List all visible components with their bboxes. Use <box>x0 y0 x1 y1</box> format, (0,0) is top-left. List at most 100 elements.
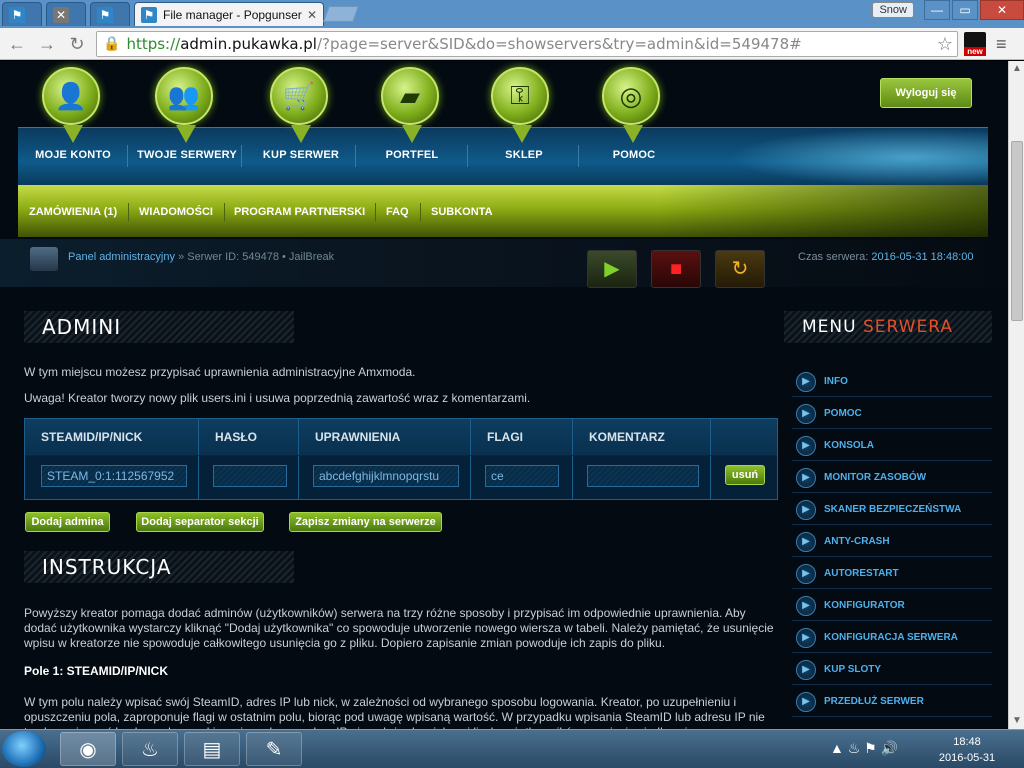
paint-icon[interactable]: ✎ <box>246 732 302 766</box>
nav-moje-konto[interactable]: MOJE KONTO <box>18 149 128 161</box>
cart-icon[interactable]: 🛒 <box>270 67 332 147</box>
chrome-icon[interactable]: ◉ <box>60 732 116 766</box>
page-scrollbar[interactable]: ▲ ▼ <box>1008 61 1024 729</box>
browser-tab[interactable]: ✕ <box>46 2 86 26</box>
close-window-button[interactable]: ✕ <box>980 0 1024 20</box>
save-changes-button[interactable]: Zapisz zmiany na serwerze <box>289 512 442 532</box>
admins-heading: ADMINI <box>24 311 294 343</box>
players-icon[interactable]: 👥 <box>155 67 217 147</box>
flags-input[interactable]: ce <box>485 465 559 487</box>
x-icon: ✕ <box>53 6 69 23</box>
nav-kup-serwer[interactable]: KUP SERWER <box>246 149 356 161</box>
gold-icon[interactable]: ▰ <box>381 67 443 147</box>
field1-title: Pole 1: STEAMID/IP/NICK <box>24 664 169 678</box>
user-icon[interactable]: 👤 <box>42 67 104 147</box>
sidebar-item[interactable]: ▶ ANTY-CRASH <box>792 527 992 557</box>
sidebar-item[interactable]: ▶ MONITOR ZASOBÓW <box>792 463 992 493</box>
breadcrumb-link[interactable]: Panel administracyjny <box>68 251 175 263</box>
new-tab-button[interactable] <box>323 6 359 22</box>
comment-input[interactable] <box>587 465 699 487</box>
sidebar-item[interactable]: ▶ AUTORESTART <box>792 559 992 589</box>
scroll-up-icon[interactable]: ▲ <box>1009 61 1024 77</box>
folder-icon[interactable]: ▤ <box>184 732 240 766</box>
browser-tab[interactable]: ⚑ <box>2 2 42 26</box>
stop-icon: ■ <box>669 258 683 280</box>
sidebar-item-label: MONITOR ZASOBÓW <box>824 472 927 483</box>
steam-icon[interactable]: ♨ <box>122 732 178 766</box>
nav-portfel[interactable]: PORTFEL <box>357 149 467 161</box>
sidebar-item[interactable]: ▶ SKANER BEZPIECZEŃSTWA <box>792 495 992 525</box>
arrow-icon: ▶ <box>796 692 816 712</box>
minimize-button[interactable]: — <box>924 0 950 20</box>
reload-icon[interactable]: ↻ <box>64 31 90 57</box>
system-tray[interactable]: ▲ ♨ ⚑ 🔊 <box>830 740 898 757</box>
sidebar-item[interactable]: ▶ INFO <box>792 367 992 397</box>
restart-server-button[interactable]: ↻ <box>715 250 765 288</box>
sidebar-item[interactable]: ▶ KONSOLA <box>792 431 992 461</box>
subnav-faq[interactable]: FAQ <box>386 206 409 218</box>
nav-sklep[interactable]: SKLEP <box>469 149 579 161</box>
taskbar: ◉ ♨ ▤ ✎ ▲ ♨ ⚑ 🔊 18:48 2016-05-31 <box>0 729 1024 768</box>
browser-tab[interactable]: ⚑ <box>90 2 130 26</box>
remove-row-button[interactable]: usuń <box>725 465 765 485</box>
bookmark-star-icon[interactable]: ☆ <box>937 34 953 55</box>
url-path: /?page=server&SID&do=showservers&try=adm… <box>316 35 802 53</box>
sidebar-item-label: ANTY-CRASH <box>824 536 890 547</box>
col-comment: KOMENTARZ <box>573 419 711 455</box>
arrow-icon: ▶ <box>796 660 816 680</box>
address-toolbar: ← → ↻ 🔒 https:// admin.pukawka.pl /?page… <box>0 28 1024 60</box>
scroll-down-icon[interactable]: ▼ <box>1009 713 1024 729</box>
extension-icon[interactable]: new <box>964 32 986 56</box>
forward-icon[interactable]: → <box>34 31 60 57</box>
sidebar-item[interactable]: ▶ KONFIGURACJA SERWERA <box>792 623 992 653</box>
sidebar-item-label: KONFIGURATOR <box>824 600 905 611</box>
sidebar-item-label: INFO <box>824 376 848 387</box>
arrow-icon: ▶ <box>796 628 816 648</box>
close-tab-icon[interactable]: ✕ <box>307 8 317 22</box>
url-bar[interactable]: 🔒 https:// admin.pukawka.pl /?page=serve… <box>96 31 958 57</box>
subnav-subkonta[interactable]: SUBKONTA <box>431 206 493 218</box>
sidebar-item[interactable]: ▶ PRZEDŁUŻ SERWER <box>792 687 992 717</box>
sidebar-item-label: KONFIGURACJA SERWERA <box>824 632 958 643</box>
subnav-wiadomosci[interactable]: WIADOMOŚCI <box>139 206 213 218</box>
sidebar-item[interactable]: ▶ KUP SLOTY <box>792 655 992 685</box>
add-admin-button[interactable]: Dodaj admina <box>25 512 110 532</box>
subnav-program-partnerski[interactable]: PROGRAM PARTNERSKI <box>234 206 365 218</box>
col-password: HASŁO <box>199 419 299 455</box>
password-input[interactable] <box>213 465 287 487</box>
server-time-value: 2016-05-31 18:48:00 <box>871 251 974 263</box>
app-icon: ⚑ <box>97 6 113 23</box>
profile-button[interactable]: Snow <box>872 2 914 18</box>
nav-twoje-serwery[interactable]: TWOJE SERWERY <box>132 149 242 161</box>
breadcrumb-current: » Serwer ID: 549478 • JailBreak <box>175 251 335 263</box>
add-separator-button[interactable]: Dodaj separator sekcji <box>136 512 264 532</box>
back-icon[interactable]: ← <box>4 31 30 57</box>
maximize-button[interactable]: ▭ <box>952 0 978 20</box>
logout-button[interactable]: Wyloguj się <box>880 78 972 108</box>
clock[interactable]: 18:48 2016-05-31 <box>930 734 1004 766</box>
sidebar-item[interactable]: ▶ KONFIGURATOR <box>792 591 992 621</box>
browser-tab-active[interactable]: ⚑ File manager - Popgunser ✕ <box>134 2 324 26</box>
menu-icon[interactable]: ≡ <box>996 34 1007 55</box>
sidebar-item[interactable]: ▶ POMOC <box>792 399 992 429</box>
extension-badge: new <box>964 47 986 56</box>
stop-server-button[interactable]: ■ <box>651 250 701 288</box>
lifebuoy-icon[interactable]: ◎ <box>602 67 664 147</box>
arrow-icon: ▶ <box>796 532 816 552</box>
key-icon[interactable]: ⚿ <box>491 67 553 147</box>
scroll-thumb[interactable] <box>1011 141 1023 321</box>
arrow-icon: ▶ <box>796 436 816 456</box>
steamid-input[interactable]: STEAM_0:1:112567952 <box>41 465 187 487</box>
breadcrumb: Panel administracyjny » Serwer ID: 54947… <box>68 251 334 263</box>
sidebar-item-label: POMOC <box>824 408 862 419</box>
arrow-icon: ▶ <box>796 564 816 584</box>
start-server-button[interactable]: ▶ <box>587 250 637 288</box>
url-host: admin.pukawka.pl <box>180 35 317 53</box>
arrow-icon: ▶ <box>796 500 816 520</box>
subnav-zamowienia[interactable]: ZAMÓWIENIA (1) <box>29 206 117 218</box>
nav-pomoc[interactable]: POMOC <box>579 149 689 161</box>
rights-input[interactable]: abcdefghijklmnopqrstu <box>313 465 459 487</box>
lock-icon: 🔒 <box>103 36 121 52</box>
clock-date: 2016-05-31 <box>938 752 996 764</box>
start-button[interactable] <box>2 731 46 767</box>
